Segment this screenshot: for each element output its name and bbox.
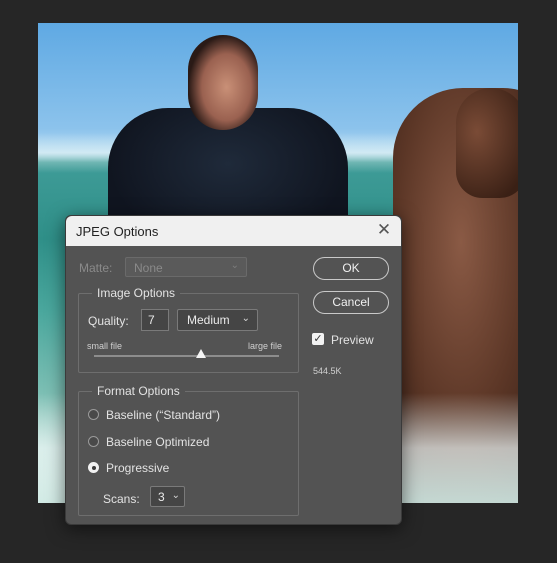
photo-subject-man-head bbox=[456, 88, 518, 198]
radio-label: Progressive bbox=[106, 461, 170, 475]
slider-max-label: large file bbox=[248, 341, 283, 351]
cancel-button[interactable]: Cancel bbox=[313, 291, 389, 314]
matte-label: Matte: bbox=[79, 261, 113, 275]
quality-preset-select[interactable]: Medium ⌄ bbox=[177, 309, 258, 331]
radio-selected-icon[interactable] bbox=[88, 462, 99, 473]
chevron-down-icon: ⌄ bbox=[230, 260, 239, 271]
close-icon[interactable]: ✕ bbox=[376, 221, 392, 238]
image-options-group: Image Options bbox=[78, 286, 299, 373]
dialog-title: JPEG Options bbox=[76, 224, 159, 239]
preview-label[interactable]: Preview bbox=[331, 333, 374, 347]
quality-slider[interactable] bbox=[94, 349, 279, 358]
quality-input[interactable]: 7 bbox=[141, 309, 169, 331]
image-options-legend: Image Options bbox=[92, 286, 181, 300]
scans-label: Scans: bbox=[103, 492, 140, 506]
quality-preset-value: Medium bbox=[187, 313, 230, 327]
radio-label: Baseline Optimized bbox=[106, 435, 210, 449]
matte-value: None bbox=[134, 261, 163, 275]
checkmark-icon: ✓ bbox=[313, 333, 323, 345]
chevron-down-icon: ⌄ bbox=[241, 313, 250, 324]
quality-label: Quality: bbox=[88, 314, 129, 328]
slider-thumb-icon[interactable] bbox=[196, 349, 207, 358]
jpeg-options-dialog: JPEG Options ✕ Matte: None ⌄ Image Optio… bbox=[65, 215, 402, 525]
radio-label: Baseline (“Standard”) bbox=[106, 408, 221, 422]
radio-icon[interactable] bbox=[88, 436, 99, 447]
file-size: 544.5K bbox=[313, 366, 342, 376]
chevron-down-icon: ⌄ bbox=[171, 490, 180, 501]
matte-select: None ⌄ bbox=[125, 257, 247, 277]
radio-icon[interactable] bbox=[88, 409, 99, 420]
scans-select[interactable]: 3 ⌄ bbox=[150, 486, 185, 507]
ok-button[interactable]: OK bbox=[313, 257, 389, 280]
photo-subject-girl-head bbox=[188, 35, 258, 130]
scans-value: 3 bbox=[158, 490, 165, 504]
format-options-legend: Format Options bbox=[92, 384, 185, 398]
dialog-titlebar[interactable]: JPEG Options ✕ bbox=[66, 216, 401, 246]
slider-min-label: small file bbox=[87, 341, 123, 351]
preview-checkbox[interactable]: ✓ bbox=[312, 333, 324, 345]
